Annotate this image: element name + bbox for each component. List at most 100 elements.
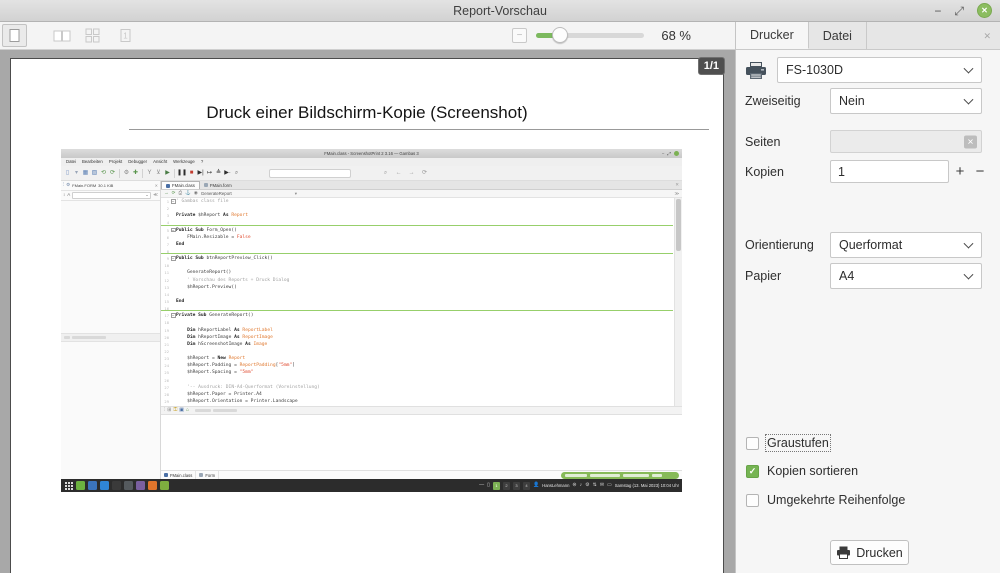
panel-toggle-icon: ≫ [675, 191, 680, 197]
line-number: 12 [161, 277, 170, 284]
zoom-slider[interactable] [536, 33, 644, 38]
code-line: 13 $hReport.Preview() [161, 284, 673, 291]
preview-page: Druck einer Bildschirm-Kopie (Screenshot… [10, 58, 724, 573]
orientation-select[interactable]: Querformat [830, 232, 982, 258]
panel-close-icon[interactable]: ✕ [983, 31, 991, 42]
file-tab-form: Form [196, 471, 219, 479]
ide-window-controls: − ⤢ [662, 151, 679, 156]
tools-icon: ⌕ [232, 168, 241, 179]
print-button[interactable]: Drucken [830, 540, 909, 565]
orientation-label: Orientierung [745, 238, 814, 252]
tab-drucker[interactable]: Drucker [736, 22, 809, 49]
printer-icon [836, 546, 851, 559]
handle-icon: ⫶ [164, 408, 165, 413]
line-number: 5 [161, 227, 170, 234]
taskbar-user: HansLehmann [542, 483, 569, 488]
pages-input: ✕ [830, 130, 982, 153]
ide-bottom-toolbar: ⫶⊞⚿▣⌂ [161, 406, 682, 415]
copies-input[interactable]: 1 [830, 160, 949, 183]
zoom-slider-knob[interactable] [552, 27, 568, 43]
code-line: 29 $hReport.Orientation = Printer.Landsc… [161, 398, 673, 405]
code-line: 25 $hReport.Spacing = "5mm" [161, 369, 673, 376]
code-text: '-- Ausdruck: DIN-A4-Querformat (Voreins… [176, 384, 320, 391]
checkbox-label-umgekehrte-reihenfolge: Umgekehrte Reihenfolge [767, 493, 905, 507]
taskbar-app-icon [76, 481, 85, 490]
code-line: 18 [161, 319, 673, 326]
toolbar-left: 1 − 68 % + [0, 22, 735, 50]
code-text: FMain.Resizable = False [176, 234, 251, 241]
tray-icon: — [479, 483, 484, 488]
merge-icon: Y [145, 168, 154, 179]
paper-label: Papier [745, 269, 781, 283]
fold-icon: − [171, 199, 176, 204]
ide-menu-werkzeuge: Werkzeuge [173, 158, 195, 166]
code-line: 21 Dim hScreenshotImage As Image [161, 341, 673, 348]
duplex-row: Zweiseitig Nein [736, 88, 1000, 114]
editor-tab-fmain-form: FMain.form [200, 181, 236, 189]
facing-pages-view-icon[interactable] [49, 24, 74, 47]
project-file-name: FMain.FORM [72, 183, 96, 188]
printer-select[interactable]: FS-1030D [777, 57, 982, 83]
taskbar-app-icon [160, 481, 169, 490]
restore-icon[interactable]: ⤢ [954, 5, 964, 17]
duplex-select[interactable]: Nein [830, 88, 982, 114]
ide-close-icon [674, 151, 679, 156]
chevron-down-icon [964, 270, 974, 280]
next-icon: → [407, 168, 416, 179]
preview-area[interactable]: 1/1 Druck einer Bildschirm-Kopie (Screen… [0, 50, 735, 573]
code-text: ' Gambas class file [176, 198, 229, 205]
checkbox-kopien-sortieren[interactable]: ✓ [746, 465, 759, 478]
code-text: End [176, 241, 184, 248]
grid-view-icon[interactable] [80, 24, 105, 47]
taskbar-app-icon [100, 481, 109, 490]
code-line: 22 [161, 348, 673, 355]
line-number: 11 [161, 269, 170, 276]
code-text: End [176, 298, 184, 305]
clock-icon: ▭ [607, 483, 612, 488]
class-file-icon [166, 184, 170, 188]
fold-icon: − [171, 228, 176, 233]
workspace-1: 1 [493, 482, 500, 490]
line-number: 19 [161, 327, 170, 334]
form-file-icon [204, 183, 208, 187]
copies-decrement-button[interactable]: − [972, 160, 988, 183]
ide-search-input [269, 169, 351, 178]
line-number: 20 [161, 334, 170, 341]
taskbar-app-icon [124, 481, 133, 490]
tray-icon: ⊜ [572, 483, 576, 488]
code-text: Private Sub GenerateReport() [176, 312, 253, 319]
paper-select-value: A4 [839, 269, 854, 283]
code-text: Dim hReportLabel As ReportLabel [176, 327, 273, 334]
checkbox-label-graustufen: Graustufen [767, 436, 829, 450]
line-number: 14 [161, 291, 170, 298]
line-number: 28 [161, 391, 170, 398]
branch-icon: ⊻ [154, 168, 163, 179]
minimize-icon[interactable]: − [934, 5, 941, 17]
line-number: 15 [161, 298, 170, 305]
zoom-level: 68 % [655, 28, 691, 43]
finish-icon: ≜ [214, 168, 223, 179]
code-text: $hReport.Padding = ReportPadding["5mm"] [176, 362, 295, 369]
form-file-icon [199, 473, 203, 477]
proc-icon: ◉ [194, 191, 198, 196]
properties-icon: ⚙ [122, 168, 131, 179]
paper-select[interactable]: A4 [830, 263, 982, 289]
ide-editor: FMain.classFMain.form✕ → ⟳ ⎙ ⚓ ◉ Generat… [161, 181, 682, 479]
checkbox-umgekehrte-reihenfolge[interactable] [746, 494, 759, 507]
panel-tabs: DruckerDatei ✕ [735, 22, 1000, 50]
first-page-view-icon[interactable]: 1 [113, 24, 138, 47]
editor-tab-label: FMain.form [210, 183, 232, 188]
zoom-out-button[interactable]: − [512, 28, 527, 43]
checkbox-graustufen[interactable] [746, 437, 759, 450]
copies-increment-button[interactable]: + [952, 160, 968, 183]
compile-icon: ✚ [131, 168, 140, 179]
report-preview-window: Report-Vorschau − ⤢ ✕ 1 − [0, 0, 1000, 573]
code-text: $hReport.Orientation = Printer.Landscape [176, 398, 298, 405]
ide-menu--: ? [201, 158, 203, 166]
single-page-view-icon[interactable] [2, 24, 27, 47]
close-icon[interactable]: ✕ [977, 3, 992, 18]
clear-field-icon: ✕ [964, 135, 977, 148]
taskbar-tray: —▯1234👤 HansLehmann ⊜♪⚙⇅✉▭ Samstag (13. … [479, 482, 679, 490]
code-text: Private $hReport As Report [176, 212, 248, 219]
tab-datei[interactable]: Datei [809, 22, 867, 49]
